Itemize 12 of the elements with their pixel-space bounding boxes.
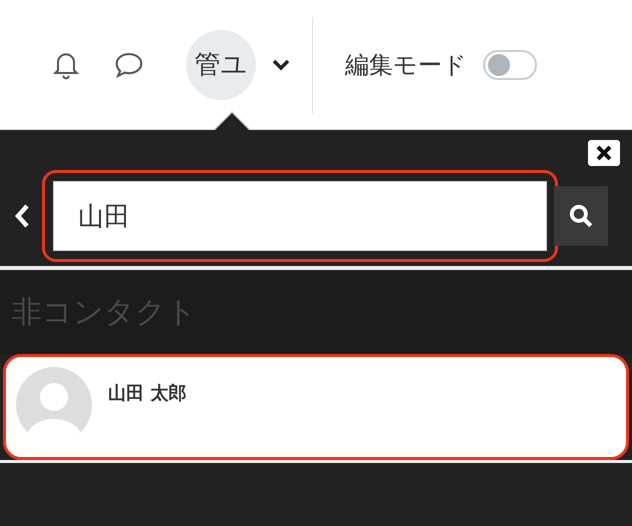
edit-mode-label: 編集モード [345, 50, 467, 80]
back-chevron-icon[interactable] [14, 203, 30, 229]
search-field[interactable]: 山田 [53, 181, 547, 251]
contact-name: 山田 太郎 [108, 382, 186, 405]
edit-mode-toggle[interactable] [483, 50, 537, 80]
close-icon [595, 144, 613, 162]
close-button[interactable] [588, 140, 620, 166]
search-button[interactable] [554, 186, 608, 246]
search-icon [568, 203, 594, 229]
chevron-down-icon[interactable] [272, 58, 290, 70]
user-avatar[interactable]: 管ユ [186, 30, 256, 100]
contact-item[interactable]: 山田 太郎 [3, 354, 629, 460]
